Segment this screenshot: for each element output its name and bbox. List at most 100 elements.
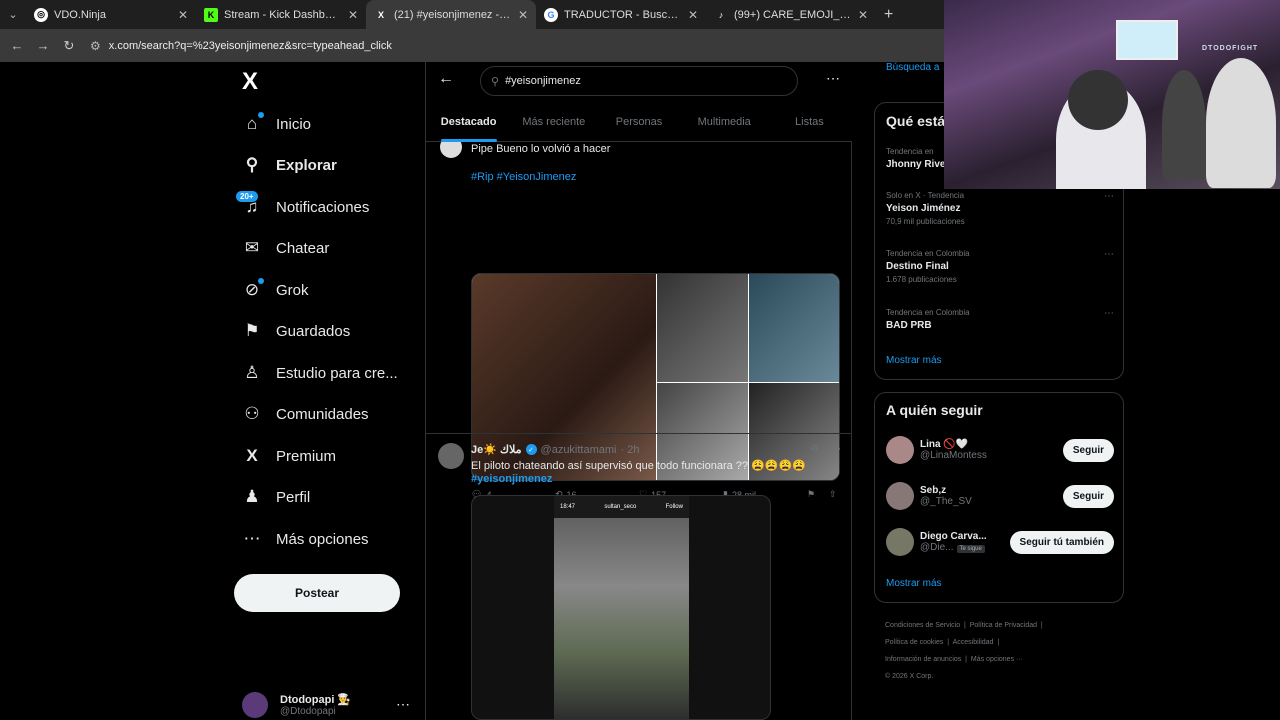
trend-more-icon[interactable]: ⋯ <box>1104 308 1114 319</box>
post-more-icon[interactable]: ⋯ <box>830 442 841 455</box>
trend-item[interactable]: Solo en X · Tendencia Yeison Jiménez 70,9 … <box>886 191 1114 226</box>
bookmark-icon[interactable]: ⚑ <box>807 489 829 500</box>
show-more-trends[interactable]: Mostrar más <box>886 355 942 366</box>
x-logo-icon[interactable]: X <box>242 68 258 96</box>
author-handle[interactable]: @azukittamami <box>541 444 617 456</box>
post-text: El piloto chateando así supervisó que to… <box>471 460 806 472</box>
browser-tab[interactable]: G TRADUCTOR - Buscar con Goog ✕ <box>536 0 706 29</box>
user-name: Diego Carva... <box>920 531 987 542</box>
avatar[interactable] <box>886 528 914 556</box>
footer-link[interactable]: Información de anuncios <box>885 656 961 663</box>
follow-back-button[interactable]: Seguir tú también <box>1009 530 1114 554</box>
left-navigation: X ⌂ Inicio ⚲ Explorar ♫ 20+ Notificaciones ✉… <box>232 62 424 720</box>
nav-item-perfil[interactable]: ♟ Perfil <box>242 477 310 517</box>
nav-label: Grok <box>276 281 309 299</box>
nav-item-explorar[interactable]: ⚲ Explorar <box>242 145 337 185</box>
trend-more-icon[interactable]: ⋯ <box>1104 249 1114 260</box>
post-time[interactable]: · 2h <box>621 444 640 456</box>
footer-link[interactable]: Más opciones ··· <box>971 656 1023 663</box>
tab-mas-reciente[interactable]: Más reciente <box>511 102 596 142</box>
video-follow: Follow <box>665 504 683 510</box>
post-hashtag[interactable]: #yeisonjimenez <box>471 473 552 485</box>
nav-item-notificaciones[interactable]: ♫ 20+ Notificaciones <box>236 187 369 227</box>
post-image[interactable] <box>657 274 748 382</box>
tab-listas[interactable]: Listas <box>767 102 852 142</box>
close-tab-icon[interactable]: ✕ <box>348 8 358 22</box>
browser-tab[interactable]: ◎ VDO.Ninja ✕ <box>26 0 196 29</box>
nav-item-chatear[interactable]: ✉ Chatear <box>242 228 330 268</box>
back-arrow-icon[interactable]: ← <box>438 70 454 88</box>
close-tab-icon[interactable]: ✕ <box>858 8 868 22</box>
footer-link[interactable]: Política de Privacidad <box>970 622 1037 629</box>
account-more-icon[interactable]: ⋯ <box>396 696 410 713</box>
tab-title: (21) #yeisonjimenez - Buscar / X <box>394 8 512 21</box>
avatar[interactable] <box>438 443 464 469</box>
footer-link[interactable]: Política de cookies <box>885 639 943 646</box>
tab-multimedia[interactable]: Multimedia <box>682 102 767 142</box>
footer-link[interactable]: Condiciones de Servicio <box>885 622 960 629</box>
search-results-column: Pipe Bueno lo volvió a hacer #Rip #Yeiso… <box>425 62 852 720</box>
new-tab-icon[interactable]: + <box>884 6 893 24</box>
site-info-icon[interactable]: ⚙ <box>90 39 101 53</box>
post-hashtags[interactable]: #Rip #YeisonJimenez <box>471 171 576 183</box>
tab-personas[interactable]: Personas <box>596 102 681 142</box>
post-header: Je☀️ ملاك ✓ @azukittamami · 2h <box>471 443 640 457</box>
trend-item[interactable]: Tendencia en Colombia BAD PRB ⋯ <box>886 308 1114 331</box>
verified-icon: ✓ <box>525 444 537 455</box>
user-name: Lina 🚫🤍 <box>920 439 969 450</box>
tab-title: VDO.Ninja <box>54 8 106 21</box>
tab-search-icon[interactable]: ⌄ <box>0 2 26 28</box>
close-tab-icon[interactable]: ✕ <box>178 8 188 22</box>
forward-icon[interactable]: → <box>32 35 54 57</box>
nav-item-guardados[interactable]: ⚑ Guardados <box>242 311 350 351</box>
tab-title: TRADUCTOR - Buscar con Goog <box>564 8 682 21</box>
browser-tab[interactable]: K Stream - Kick Dashboard ✕ <box>196 0 366 29</box>
avatar[interactable] <box>886 436 914 464</box>
show-more-follows[interactable]: Mostrar más <box>886 578 942 589</box>
user-handle: @LinaMontess <box>920 450 987 461</box>
close-tab-icon[interactable]: ✕ <box>518 8 528 22</box>
reload-icon[interactable]: ↻ <box>58 35 80 57</box>
account-switcher[interactable]: Dtodopapi 👨‍🍳 @Dtodopapi <box>242 692 351 718</box>
post-button[interactable]: Postear <box>234 574 400 612</box>
search-input[interactable]: ⚲ #yeisonjimenez <box>480 66 798 96</box>
share-icon[interactable]: ⇧ <box>829 489 843 500</box>
follow-suggestion[interactable]: Seb,z @_The_SV Seguir <box>886 479 1114 513</box>
tab-destacado[interactable]: Destacado <box>426 102 511 142</box>
post-image[interactable] <box>749 274 839 382</box>
search-icon: ⚲ <box>491 75 500 88</box>
nav-item-grok[interactable]: ⊘ Grok <box>242 270 309 310</box>
vdo-ninja-icon: ◎ <box>34 7 48 22</box>
profile-icon: ♟ <box>244 487 260 506</box>
url-field[interactable]: ⚙ x.com/search?q=%23yeisonjimenez&src=typ… <box>90 39 392 53</box>
trend-posts: 70,9 mil publicaciones <box>886 217 965 226</box>
follow-button[interactable]: Seguir <box>1062 438 1114 462</box>
user-name: Seb,z <box>920 485 947 496</box>
trend-more-icon[interactable]: ⋯ <box>1104 191 1114 202</box>
search-more-icon[interactable]: ⋯ <box>826 70 840 87</box>
unread-dot <box>258 112 264 118</box>
nav-label: Perfil <box>276 488 311 506</box>
user-handle: @Die... <box>920 542 954 553</box>
nav-item-inicio[interactable]: ⌂ Inicio <box>242 104 311 144</box>
footer-link[interactable]: Accesibilidad <box>953 639 994 646</box>
trend-item[interactable]: Tendencia en Colombia Destino Final 1.678 … <box>886 249 1114 284</box>
nav-item-estudio[interactable]: ♙ Estudio para cre... <box>242 353 398 393</box>
grok-icon[interactable]: ⊘ <box>810 443 818 454</box>
post-video[interactable]: 18:47 sultan_seco Follow <box>471 495 771 720</box>
follow-button[interactable]: Seguir <box>1062 484 1114 508</box>
nav-item-mas-opciones[interactable]: ⋯ Más opciones <box>242 519 369 559</box>
nav-label: Estudio para cre... <box>276 364 398 382</box>
author-name[interactable]: Je☀️ ملاك <box>471 443 522 456</box>
trend-context: Tendencia en Colombia <box>886 308 970 317</box>
nav-item-premium[interactable]: X Premium <box>242 436 336 476</box>
follow-suggestion[interactable]: Diego Carva... @Die... Te sigue Seguir tú t… <box>886 525 1114 559</box>
follow-suggestion[interactable]: Lina 🚫🤍 @LinaMontess Seguir <box>886 433 1114 467</box>
back-icon[interactable]: ← <box>6 35 28 57</box>
browser-tab-active[interactable]: X (21) #yeisonjimenez - Buscar / X ✕ <box>366 0 536 29</box>
browser-tab[interactable]: ♪ (99+) CARE_EMOJI_CLIPS. (@car ✕ <box>706 0 876 29</box>
nav-item-comunidades[interactable]: ⚇ Comunidades <box>242 394 368 434</box>
grok-icon: ⊘ <box>242 278 264 300</box>
close-tab-icon[interactable]: ✕ <box>688 8 698 22</box>
avatar[interactable] <box>886 482 914 510</box>
